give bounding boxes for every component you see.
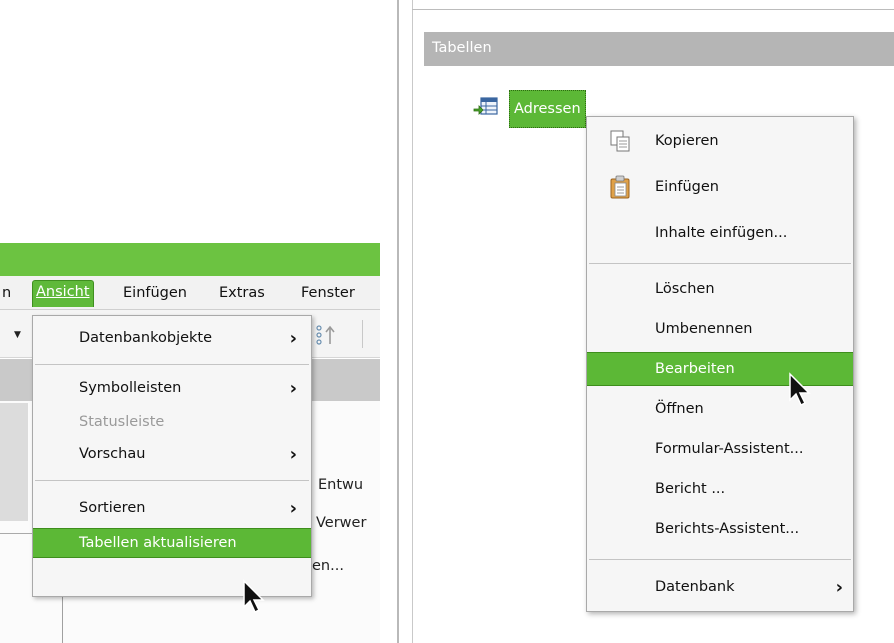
menu-item-vorschau[interactable]: Vorschau › (33, 440, 311, 470)
menu-item-label: Sortieren (79, 500, 146, 516)
context-item-label: Öffnen (655, 401, 704, 417)
mouse-pointer-icon (789, 372, 811, 407)
context-item-label: Löschen (655, 281, 715, 297)
chevron-right-icon: › (835, 577, 843, 598)
chevron-right-icon: › (289, 328, 297, 349)
mouse-pointer-icon (243, 579, 265, 614)
panel-border (412, 9, 894, 10)
paste-icon (610, 175, 630, 199)
menu-separator (35, 480, 309, 481)
context-item-label: Umbenennen (655, 321, 753, 337)
context-item-formular-assistent[interactable]: Formular-Assistent... (587, 433, 853, 467)
context-item-label: Formular-Assistent... (655, 441, 804, 457)
task-text-entwurf: Entwu (318, 477, 364, 493)
context-item-berichts-assistent[interactable]: Berichts-Assistent... (587, 513, 853, 547)
context-item-label: Bericht ... (655, 481, 726, 497)
context-item-bearbeiten[interactable]: Bearbeiten (587, 352, 853, 386)
context-item-label: Einfügen (655, 179, 719, 195)
menu-separator (35, 364, 309, 365)
context-item-label: Datenbank (655, 579, 735, 595)
context-item-label: Kopieren (655, 133, 719, 149)
task-text-partial: en... (312, 558, 344, 574)
menu-ansicht-label: Ansicht (36, 284, 90, 300)
window-titlebar (0, 243, 380, 276)
menu-item-label: Statusleiste (79, 414, 165, 430)
context-item-label: Berichts-Assistent... (655, 521, 800, 537)
task-text-verwenden: Verwer (316, 515, 367, 531)
menu-ansicht[interactable]: Ansicht (32, 280, 94, 307)
menu-separator (589, 263, 851, 264)
copy-icon (610, 130, 630, 152)
context-item-datenbank[interactable]: Datenbank › (587, 571, 853, 605)
table-item-adressen[interactable]: Adressen (509, 90, 586, 128)
menu-item-label: Tabellen aktualisieren (79, 535, 237, 551)
tabellen-section-header: Tabellen (424, 32, 894, 66)
section-title: Tabellen (432, 40, 492, 56)
image-divider (397, 0, 399, 643)
side-panel (0, 403, 28, 521)
chevron-right-icon: › (289, 444, 297, 465)
menu-separator (589, 559, 851, 560)
menu-fenster[interactable]: Fenster (301, 282, 355, 306)
dropdown-arrow-icon[interactable]: ▼ (14, 330, 21, 340)
menu-item-label: Vorschau (79, 446, 146, 462)
menu-item-datenbankobjekte[interactable]: Datenbankobjekte › (33, 324, 311, 354)
context-item-label: Inhalte einfügen... (655, 225, 788, 241)
context-item-umbenennen[interactable]: Umbenennen (587, 313, 853, 347)
toolbar-separator (362, 320, 363, 348)
ansicht-dropdown-menu: Datenbankobjekte › Symbolleisten › Statu… (32, 315, 312, 597)
menubar: n Ansicht Einfügen Extras Fenster (0, 276, 380, 310)
chevron-right-icon: › (289, 378, 297, 399)
menu-item-label: Symbolleisten (79, 380, 182, 396)
table-icon (473, 97, 498, 115)
menu-einfuegen[interactable]: Einfügen (123, 282, 187, 306)
context-item-kopieren[interactable]: Kopieren (587, 125, 853, 159)
sort-ascending-icon[interactable] (315, 322, 341, 348)
context-item-label: Bearbeiten (655, 361, 735, 377)
context-item-loeschen[interactable]: Löschen (587, 273, 853, 307)
context-item-bericht[interactable]: Bericht ... (587, 473, 853, 507)
context-item-inhalte-einfuegen[interactable]: Inhalte einfügen... (587, 217, 853, 251)
menu-item-sortieren[interactable]: Sortieren › (33, 494, 311, 524)
menu-partial[interactable]: n (2, 282, 11, 306)
menu-item-symbolleisten[interactable]: Symbolleisten › (33, 374, 311, 404)
menu-item-label: Datenbankobjekte (79, 330, 213, 346)
left-screenshot-snippet: n Ansicht Einfügen Extras Fenster ▼ Entw… (0, 243, 380, 643)
context-item-einfuegen[interactable]: Einfügen (587, 171, 853, 205)
menu-item-statusleiste[interactable]: Statusleiste (33, 408, 311, 438)
table-context-menu: Kopieren Einfügen Inhalte einfügen... Lö… (586, 116, 854, 612)
menu-extras[interactable]: Extras (219, 282, 265, 306)
menu-item-tabellen-aktualisieren[interactable]: Tabellen aktualisieren (33, 528, 311, 558)
chevron-right-icon: › (289, 498, 297, 519)
context-item-oeffnen[interactable]: Öffnen (587, 393, 853, 427)
